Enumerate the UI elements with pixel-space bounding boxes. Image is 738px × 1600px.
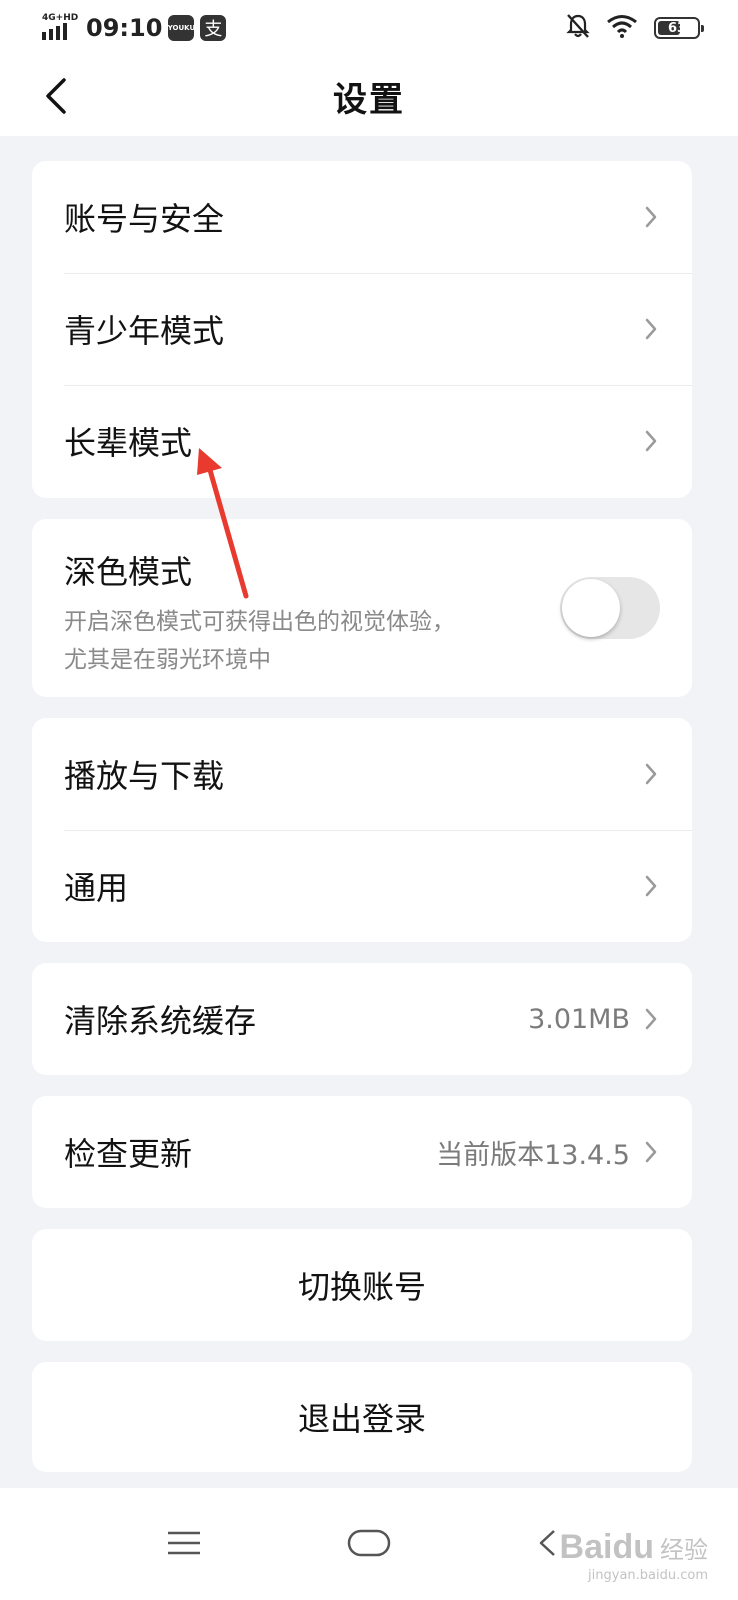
toggle-knob (562, 579, 620, 637)
menu-icon (168, 1531, 200, 1555)
chevron-right-icon (644, 317, 660, 341)
account-settings-card: 账号与安全 青少年模式 长辈模式 (32, 161, 692, 498)
battery-icon: 63 (654, 17, 704, 39)
nav-back-icon (539, 1530, 555, 1556)
dark-mode-title: 深色模式 (64, 553, 193, 591)
switch-account-label: 切换账号 (297, 1268, 426, 1306)
switch-account-button[interactable]: 切换账号 (32, 1229, 692, 1341)
logout-label: 退出登录 (297, 1400, 426, 1438)
dark-mode-toggle[interactable] (560, 577, 660, 639)
header: 设置 (0, 56, 738, 136)
bell-muted-icon (566, 13, 590, 43)
watermark-logo: Baidu (559, 1528, 654, 1566)
logout-card: 退出登录 (32, 1362, 692, 1472)
dark-mode-description: 开启深色模式可获得出色的视觉体验， 尤其是在弱光环境中 (64, 603, 544, 679)
youku-notification-icon: YOUKU (168, 15, 195, 41)
watermark-url: jingyan.baidu.com (588, 1568, 708, 1583)
settings-item-label: 播放与下载 (64, 757, 225, 795)
logout-button[interactable]: 退出登录 (32, 1362, 692, 1472)
status-left: 4G+HD 09:10 YOUKU 支 (42, 13, 227, 42)
back-button[interactable] (36, 74, 76, 118)
chevron-right-icon (644, 762, 660, 786)
settings-item-label: 长辈模式 (64, 424, 193, 462)
dark-mode-description-line: 开启深色模式可获得出色的视觉体验， (64, 609, 455, 635)
switch-account-card: 切换账号 (32, 1229, 692, 1341)
clear-cache-card: 清除系统缓存 3.01MB (32, 963, 692, 1075)
settings-item-label: 青少年模式 (64, 312, 225, 350)
settings-item-clear-cache[interactable]: 清除系统缓存 3.01MB (32, 963, 692, 1075)
status-time: 09:10 (86, 14, 163, 42)
cache-size: 3.01MB (528, 1003, 630, 1035)
menu-button[interactable] (164, 1518, 204, 1568)
back-nav-button[interactable] (532, 1518, 562, 1568)
settings-item-label: 清除系统缓存 (64, 1002, 257, 1040)
current-version: 当前版本13.4.5 (436, 1139, 630, 1171)
page-title: 设置 (333, 79, 405, 120)
battery-level: 63 (667, 20, 687, 36)
alipay-notification-icon: 支 (200, 15, 227, 41)
chevron-right-icon (644, 874, 660, 898)
settings-item-general[interactable]: 通用 (32, 830, 692, 942)
dark-mode-text: 深色模式 开启深色模式可获得出色的视觉体验， 尤其是在弱光环境中 (64, 547, 544, 679)
wifi-icon (606, 14, 638, 42)
settings-item-label: 账号与安全 (64, 200, 225, 238)
chevron-left-icon (46, 78, 66, 114)
network-type: 4G+HD (42, 13, 79, 23)
settings-item-account-security[interactable]: 账号与安全 (32, 161, 692, 273)
home-button[interactable] (346, 1518, 392, 1568)
system-navigation-bar: Baidu 经验 jingyan.baidu.com (0, 1488, 738, 1600)
baidu-watermark: Baidu 经验 jingyan.baidu.com (559, 1528, 708, 1583)
chevron-right-icon (644, 429, 660, 453)
dark-mode-card: 深色模式 开启深色模式可获得出色的视觉体验， 尤其是在弱光环境中 (32, 519, 692, 697)
status-bar: 4G+HD 09:10 YOUKU 支 63 (0, 0, 738, 56)
chevron-right-icon (644, 1007, 660, 1031)
settings-item-label: 检查更新 (64, 1135, 193, 1173)
status-right: 63 (566, 13, 704, 43)
watermark-text: 经验 (660, 1536, 708, 1564)
settings-item-check-update[interactable]: 检查更新 当前版本13.4.5 (32, 1096, 692, 1208)
chevron-right-icon (644, 1140, 660, 1164)
home-icon (347, 1529, 391, 1557)
playback-general-card: 播放与下载 通用 (32, 718, 692, 942)
settings-item-teen-mode[interactable]: 青少年模式 (32, 273, 692, 385)
dark-mode-description-line: 尤其是在弱光环境中 (64, 647, 271, 673)
settings-item-playback-download[interactable]: 播放与下载 (32, 718, 692, 830)
cellular-signal-icon: 4G+HD (42, 13, 79, 42)
check-update-card: 检查更新 当前版本13.4.5 (32, 1096, 692, 1208)
chevron-right-icon (644, 205, 660, 229)
settings-item-elder-mode[interactable]: 长辈模式 (32, 385, 692, 497)
settings-item-label: 通用 (64, 869, 129, 907)
